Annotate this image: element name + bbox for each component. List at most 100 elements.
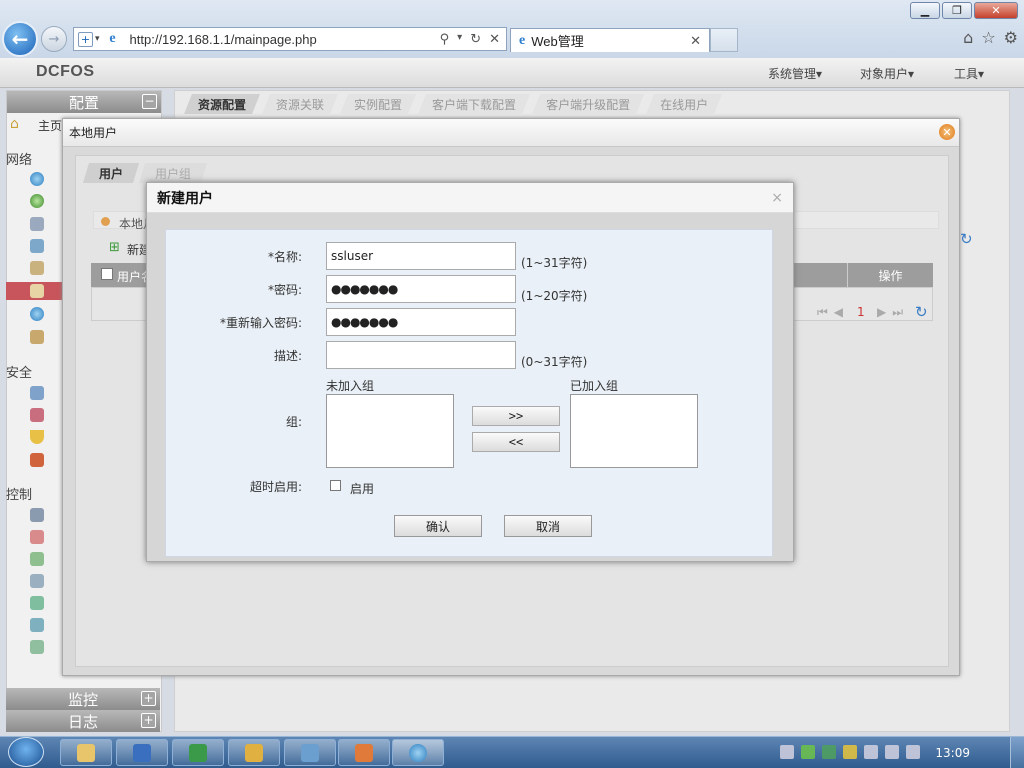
network-icon[interactable] — [30, 194, 44, 208]
cancel-button[interactable]: 取消 — [504, 515, 592, 537]
sidebar-section-network[interactable]: 网络 — [6, 149, 32, 168]
tray-app2-icon[interactable] — [843, 745, 857, 759]
arp-icon[interactable] — [30, 453, 44, 467]
url-filter-icon[interactable] — [30, 640, 44, 654]
sidebar-header-log[interactable]: 日志 + — [6, 710, 160, 732]
firewall-icon[interactable] — [30, 386, 44, 400]
close-icon[interactable]: × — [771, 190, 783, 206]
back-button[interactable]: ← — [2, 21, 38, 57]
taskbar-word[interactable] — [116, 739, 168, 766]
repeat-password-input[interactable]: ●●●●●●● — [326, 308, 516, 336]
shield-icon[interactable] — [822, 745, 836, 759]
ie-page-icon: e — [109, 31, 116, 46]
close-window-button[interactable]: ✕ — [974, 2, 1018, 19]
taskbar-app5[interactable] — [284, 739, 336, 766]
shield-icon[interactable] — [30, 430, 44, 444]
policy-icon[interactable] — [30, 408, 44, 422]
search-icon[interactable]: ⚲ — [440, 32, 450, 47]
tab-close-icon[interactable]: ✕ — [690, 33, 701, 49]
timeout-label: 超时启用: — [249, 480, 302, 494]
taskbar-ie[interactable] — [392, 739, 444, 766]
taskbar-excel[interactable] — [172, 739, 224, 766]
monitor-icon[interactable] — [30, 508, 44, 522]
add-group-button[interactable]: >> — [472, 406, 560, 426]
remove-group-button[interactable]: << — [472, 432, 560, 452]
password-input[interactable]: ●●●●●●● — [326, 275, 516, 303]
clock[interactable]: 13:09 — [935, 746, 970, 760]
grid-icon[interactable] — [30, 261, 44, 275]
sidebar-section-security[interactable]: 安全 — [6, 362, 32, 381]
sidebar-item-home[interactable]: 主页 — [38, 117, 62, 134]
select-all-checkbox[interactable] — [101, 268, 113, 280]
window-icon[interactable] — [30, 239, 44, 253]
film-icon[interactable] — [780, 745, 794, 759]
browser-tab[interactable]: e Web管理 ✕ — [510, 28, 710, 52]
pager[interactable]: ⏮◀ — [817, 305, 849, 320]
name-input[interactable]: ssluser — [326, 242, 516, 270]
server-icon[interactable] — [30, 574, 44, 588]
tab-client-upgrade-config[interactable]: 客户端升级配置 — [532, 94, 644, 114]
network-tray-icon[interactable] — [885, 745, 899, 759]
tab-resource-association[interactable]: 资源关联 — [262, 94, 338, 114]
tray-app-icon[interactable] — [801, 745, 815, 759]
description-label: 描述: — [273, 349, 302, 363]
tab-instance-config[interactable]: 实例配置 — [340, 94, 416, 114]
keyboard-icon[interactable] — [30, 217, 44, 231]
available-groups-list[interactable] — [326, 394, 454, 468]
sidebar-section-control[interactable]: 控制 — [6, 484, 32, 503]
tab-online-users[interactable]: 在线用户 — [646, 94, 722, 114]
timeout-checkbox[interactable] — [330, 480, 341, 491]
gear-icon[interactable]: ⚙ — [1004, 28, 1018, 47]
address-bar[interactable]: + ▾ e http://192.168.1.1/mainpage.php ⚲ … — [73, 27, 507, 51]
taskbar-app6[interactable] — [338, 739, 390, 766]
favorites-star-icon[interactable]: ☆ — [981, 28, 995, 47]
description-hint: (0~31字符) — [521, 355, 588, 369]
tab-users[interactable]: 用户 — [83, 163, 139, 183]
forward-button[interactable]: → — [41, 26, 67, 52]
sidebar-header-config[interactable]: 配置 − — [7, 91, 161, 113]
tab-resource-config[interactable]: 资源配置 — [184, 94, 260, 114]
breadcrumb: 本地月 — [119, 217, 147, 231]
close-icon[interactable]: ✕ — [939, 124, 955, 140]
globe-icon[interactable] — [30, 172, 44, 186]
taskbar-explorer[interactable] — [60, 739, 112, 766]
collapse-icon[interactable]: − — [142, 94, 157, 109]
stop-icon[interactable]: ✕ — [489, 32, 500, 47]
web-filter-icon[interactable] — [30, 618, 44, 632]
tab-user-groups[interactable]: 用户组 — [139, 163, 207, 183]
menu-object-user[interactable]: 对象用户▾ — [860, 65, 914, 82]
pager-next[interactable]: ▶⏭ — [877, 305, 909, 320]
users-icon[interactable] — [30, 284, 44, 298]
expand-icon[interactable]: + — [141, 691, 156, 706]
show-desktop-button[interactable] — [1010, 737, 1024, 768]
menu-tools[interactable]: 工具▾ — [954, 65, 984, 82]
ie-icon[interactable] — [30, 307, 44, 321]
user-config-icon[interactable] — [30, 330, 44, 344]
start-button[interactable] — [8, 737, 44, 767]
description-input[interactable] — [326, 341, 516, 369]
restore-button[interactable]: ❐ — [942, 2, 972, 19]
expand-icon[interactable]: + — [141, 713, 156, 728]
favorites-add-icon[interactable]: + — [78, 31, 93, 47]
add-icon[interactable]: ⊞ — [109, 240, 120, 255]
chevron-down-icon[interactable]: ▾ — [95, 34, 100, 44]
url-text[interactable]: http://192.168.1.1/mainpage.php — [130, 32, 440, 47]
block-icon[interactable] — [30, 530, 44, 544]
joined-groups-list[interactable] — [570, 394, 698, 468]
clipboard-icon[interactable] — [864, 745, 878, 759]
taskbar-app4[interactable] — [228, 739, 280, 766]
refresh-icon[interactable]: ↻ — [470, 32, 481, 47]
tab-client-download-config[interactable]: 客户端下载配置 — [418, 94, 530, 114]
globe-shield-icon[interactable] — [30, 596, 44, 610]
refresh-icon[interactable]: ↻ — [915, 303, 928, 321]
volume-icon[interactable] — [906, 745, 920, 759]
refresh-icon[interactable]: ↻ — [960, 230, 973, 248]
new-tab-button[interactable] — [710, 28, 738, 52]
minimize-button[interactable]: ▁ — [910, 2, 940, 19]
sidebar-header-monitor[interactable]: 监控 + — [6, 688, 160, 710]
chart-icon[interactable] — [30, 552, 44, 566]
dropdown-icon[interactable]: ▾ — [457, 32, 462, 47]
menu-system[interactable]: 系统管理▾ — [768, 65, 822, 82]
confirm-button[interactable]: 确认 — [394, 515, 482, 537]
home-icon[interactable]: ⌂ — [963, 28, 973, 47]
